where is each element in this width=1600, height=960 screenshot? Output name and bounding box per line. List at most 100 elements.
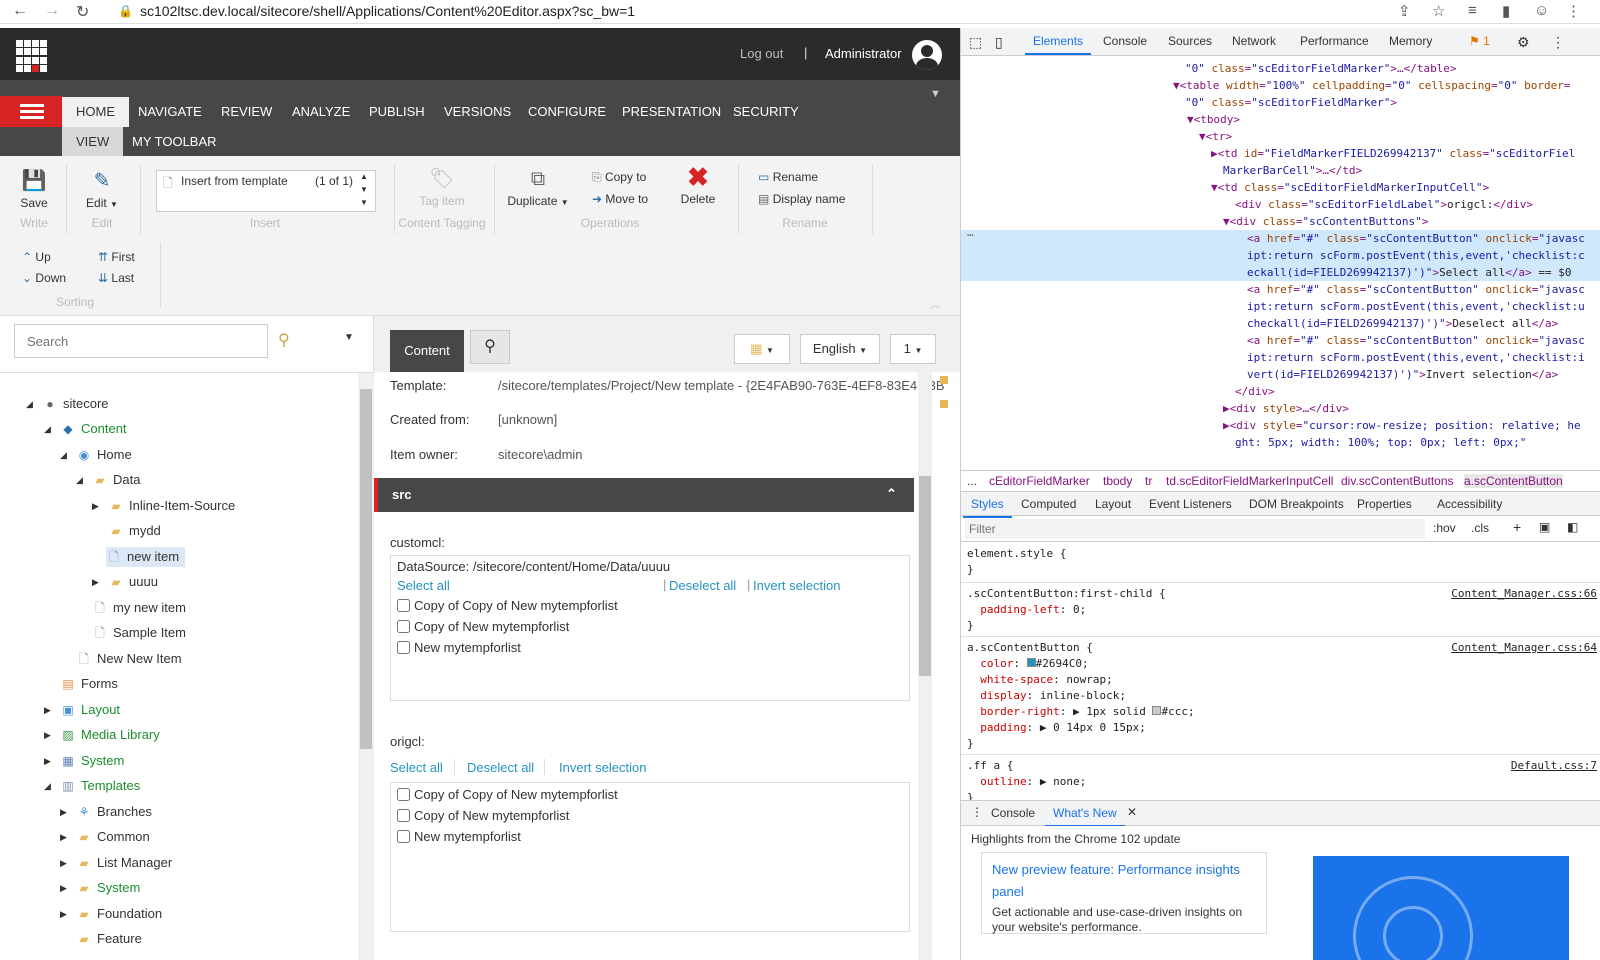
dom-node[interactable]: </div> [961, 383, 1600, 400]
tab-review[interactable]: REVIEW [207, 97, 286, 127]
tree-item[interactable]: ◢ ◆ Content [44, 419, 133, 439]
share-icon[interactable]: ⇪ [1398, 2, 1411, 20]
tree-item[interactable]: ▶ ▰ System [60, 878, 146, 898]
sort-last-button[interactable]: ⇊ Last [98, 271, 134, 285]
computed-toggle-icon[interactable]: ▣ [1539, 520, 1550, 534]
tree-item[interactable]: ▶ ▰ Common [60, 827, 156, 847]
dom-node-selected[interactable]: ipt:return scForm.postEvent(this,event,'… [961, 247, 1600, 264]
css-declaration[interactable]: white-space: nowrap; [967, 672, 1112, 688]
address-bar[interactable]: 🔒 sc102ltsc.dev.local/sitecore/shell/App… [110, 0, 1450, 22]
checklist-item[interactable]: Copy of New mytempforlist [397, 808, 569, 823]
close-icon[interactable]: ✕ [1127, 805, 1137, 819]
tree-item[interactable]: ▰ Feature [76, 929, 148, 949]
dom-node[interactable]: ▼<table width="100%" cellpadding="0" cel… [961, 77, 1600, 94]
issues-badge[interactable]: ⚑ 1 [1469, 34, 1490, 48]
star-icon[interactable]: ☆ [1432, 2, 1445, 20]
tree-item[interactable]: ▶ ▰ Foundation [60, 904, 168, 924]
tree-item[interactable]: ◢ ● sitecore [26, 394, 115, 414]
breadcrumb-selected[interactable]: a.scContentButton [1464, 474, 1563, 488]
dom-node[interactable]: checkall(id=FIELD269942137)')">Deselect … [961, 315, 1600, 332]
tree-scrollbar[interactable] [358, 373, 374, 960]
select-all-link[interactable]: Select all [390, 760, 443, 775]
feature-link[interactable]: New preview feature: Performance insight… [992, 859, 1256, 903]
dom-node[interactable]: ▼<tbody> [961, 111, 1600, 128]
tab-configure[interactable]: CONFIGURE [514, 97, 620, 127]
dom-node[interactable]: <div class="scEditorFieldLabel">origcl:<… [961, 196, 1600, 213]
checkbox[interactable] [397, 641, 410, 654]
content-scrollbar[interactable] [918, 372, 932, 960]
sitecore-launchpad-icon[interactable] [16, 40, 48, 72]
css-declaration[interactable]: border-right: ▶ 1px solid #ccc; [967, 704, 1194, 720]
insert-list[interactable]: 🗋 Insert from template (1 of 1) ▲ ▼ ▼ [156, 170, 376, 212]
dom-node[interactable]: ▼<tr> [961, 128, 1600, 145]
drawer-tab-whats-new[interactable]: What's New [1045, 806, 1125, 827]
tree-item[interactable]: ▰ mydd [108, 521, 167, 541]
insert-option[interactable]: Insert from template [181, 174, 288, 188]
tab-performance[interactable]: Performance [1300, 34, 1369, 48]
dom-node[interactable]: ▼<div class="scContentButtons"> [961, 213, 1600, 230]
tree-item[interactable]: ◢ ▥ Templates [44, 776, 146, 796]
rename-button[interactable]: ▭ Rename [758, 170, 818, 184]
dom-node[interactable]: <a href="#" class="scContentButton" oncl… [961, 332, 1600, 349]
tree-item[interactable]: 🗋 my new item [92, 598, 192, 618]
checkbox[interactable] [397, 809, 410, 822]
device-toolbar-icon[interactable]: ▯ [995, 34, 1003, 51]
tab-console[interactable]: Console [1103, 34, 1147, 48]
tree-item[interactable]: 🗋 New New Item [76, 649, 188, 669]
edit-button[interactable]: ✎ Edit ▼ [78, 170, 126, 210]
dom-node-selected[interactable]: <a href="#" class="scContentButton" oncl… [961, 230, 1600, 247]
css-declaration[interactable]: display: inline-block; [967, 688, 1126, 704]
tab-layout[interactable]: Layout [1095, 497, 1131, 511]
tab-computed[interactable]: Computed [1021, 497, 1076, 511]
breadcrumb[interactable]: td.scEditorFieldMarkerInputCell [1166, 474, 1333, 488]
add-rule-icon[interactable]: + [1513, 519, 1521, 535]
tree-item[interactable]: ▶ ▨ Media Library [44, 725, 166, 745]
scroll-down-icon[interactable]: ▼ [360, 185, 368, 194]
tab-security[interactable]: SECURITY [719, 97, 813, 127]
invert-selection-link[interactable]: Invert selection [559, 760, 646, 775]
invert-selection-link[interactable]: Invert selection [753, 578, 840, 593]
dom-node[interactable]: ▼<td class="scEditorFieldMarkerInputCell… [961, 179, 1600, 196]
css-rule[interactable]: element.style { [967, 546, 1066, 562]
reading-list-icon[interactable]: ≡ [1468, 2, 1477, 19]
validation-marker[interactable] [940, 400, 948, 408]
content-search-icon[interactable]: ⚲ [470, 330, 510, 364]
tree-item[interactable]: ▶ ▰ uuuu [92, 572, 164, 592]
tab-presentation[interactable]: PRESENTATION [608, 97, 735, 127]
breadcrumb[interactable]: div.scContentButtons [1341, 474, 1454, 488]
css-source-link[interactable]: Content_Manager.css:66 [1451, 586, 1597, 602]
gear-icon[interactable]: ⚙ [1517, 34, 1530, 51]
tab-properties[interactable]: Properties [1357, 497, 1412, 511]
tab-accessibility[interactable]: Accessibility [1437, 497, 1502, 511]
profile-icon[interactable]: ☺ [1534, 2, 1549, 19]
tab-network[interactable]: Network [1232, 34, 1276, 48]
tree-item[interactable]: ▶ ▰ List Manager [60, 853, 178, 873]
css-declaration[interactable]: outline: ▶ none; [967, 774, 1086, 790]
tree-item[interactable]: ▶ ⚘ Branches [60, 802, 158, 822]
back-icon[interactable]: ← [12, 2, 28, 20]
breadcrumb[interactable]: ... [967, 474, 977, 488]
tab-event-listeners[interactable]: Event Listeners [1149, 497, 1232, 511]
select-all-link[interactable]: Select all [397, 578, 450, 593]
tab-content[interactable]: Content [390, 330, 464, 372]
css-declaration[interactable]: color: #2694C0; [967, 656, 1088, 672]
sort-first-button[interactable]: ⇈ First [98, 250, 135, 264]
language-dropdown[interactable]: English ▼ [800, 334, 880, 364]
checklist-item[interactable]: Copy of Copy of New mytempforlist [397, 787, 618, 802]
breadcrumb[interactable]: cEditorFieldMarker [989, 474, 1090, 488]
tab-memory[interactable]: Memory [1389, 34, 1432, 48]
drawer-tab-console[interactable]: Console [991, 806, 1035, 820]
deselect-all-link[interactable]: Deselect all [669, 578, 736, 593]
gutter-options-button[interactable]: ▦ ▼ [734, 334, 790, 364]
tree-item[interactable]: ▶ ▰ Inline-Item-Source [92, 496, 241, 516]
forward-icon[interactable]: → [44, 2, 60, 20]
tab-home[interactable]: HOME [62, 97, 129, 127]
checklist-item[interactable]: Copy of New mytempforlist [397, 619, 569, 634]
sort-down-button[interactable]: ⌄ Down [22, 271, 66, 285]
dom-node[interactable]: ▶<td id="FieldMarkerFIELD269942137" clas… [961, 145, 1600, 162]
dom-node[interactable]: "0" class="scEditorFieldMarker">…</table… [961, 60, 1600, 77]
ribbon-minimize-icon[interactable]: ︿ [930, 296, 940, 311]
tab-analyze[interactable]: ANALYZE [278, 97, 364, 127]
tab-versions[interactable]: VERSIONS [430, 97, 525, 127]
checkbox[interactable] [397, 830, 410, 843]
